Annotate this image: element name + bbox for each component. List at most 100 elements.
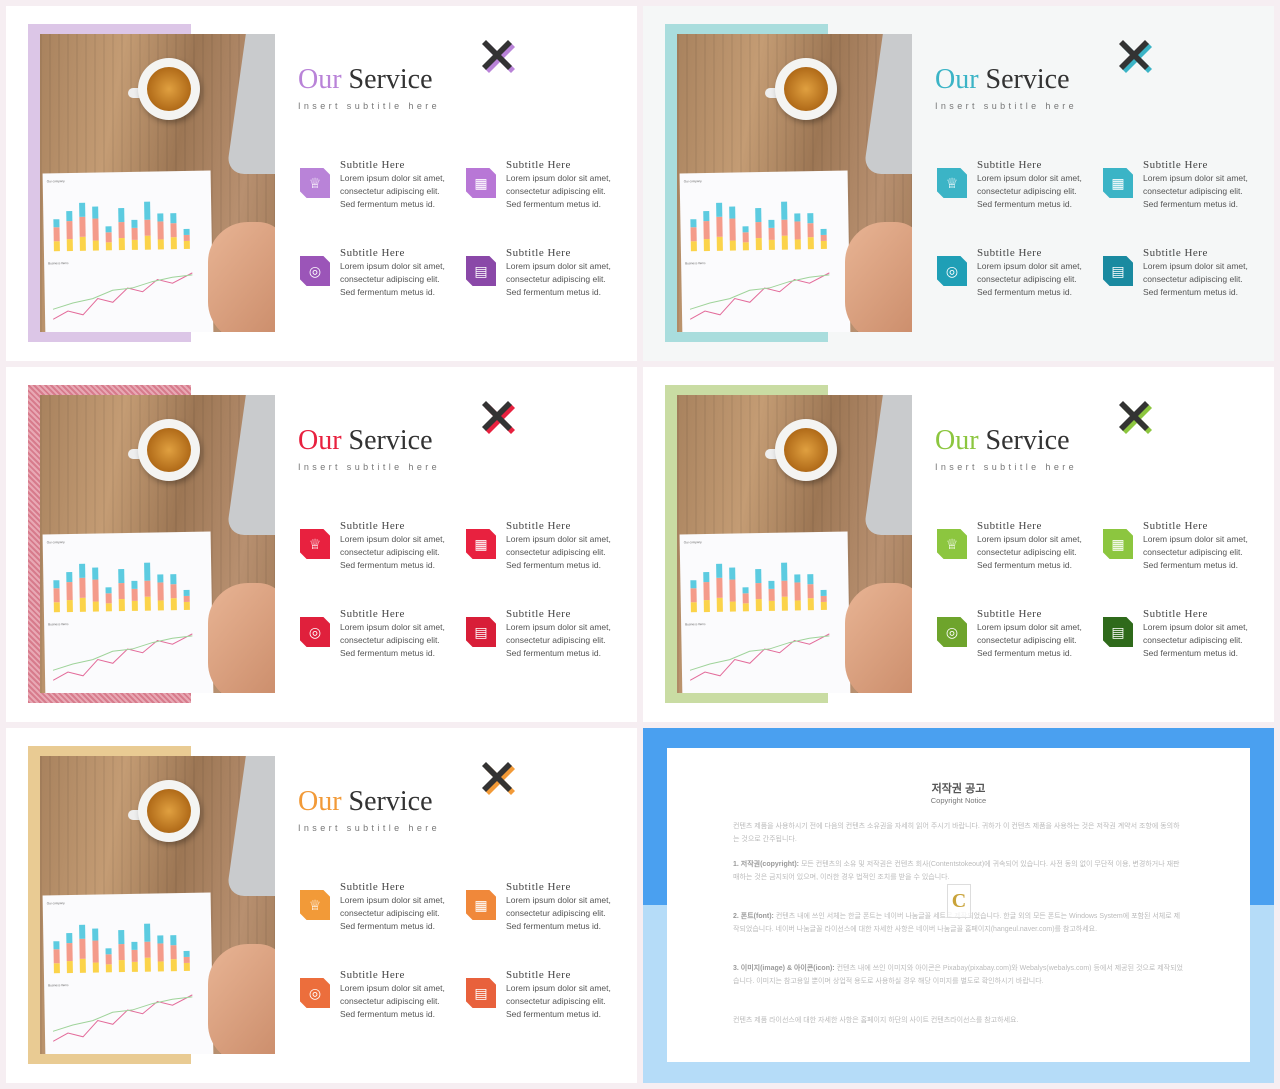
feature-text-line: Lorem ipsum dolor sit amet,	[340, 895, 445, 905]
photo-chart-bar	[690, 241, 697, 252]
hand	[845, 222, 912, 332]
photo-chart-bar	[118, 583, 125, 600]
photo-chart-bar	[781, 201, 788, 220]
photo-chart-bar	[183, 234, 190, 242]
photo-chart-bar	[79, 236, 86, 251]
photo-chart-bar	[781, 219, 788, 236]
service-slide[interactable]: Our company Business Items Our Service I…	[6, 728, 637, 1083]
photo-chart-bar	[729, 579, 736, 602]
desk-photo: Our company Business Items	[677, 395, 912, 693]
hand	[208, 583, 275, 693]
feature-heading: Subtitle Here	[340, 520, 405, 532]
photo-chart-bar	[690, 219, 697, 228]
photo-chart-bar	[690, 602, 697, 613]
photo-chart-bar	[157, 961, 164, 972]
title-word: Service	[985, 425, 1070, 456]
feature-text-line: Sed fermentum metus id.	[340, 648, 435, 658]
photo-chart-bar	[131, 949, 138, 962]
photo-chart-bar	[768, 239, 775, 250]
photo-chart-bar	[66, 581, 73, 601]
photo-chart-bar	[66, 960, 73, 974]
feature-heading: Subtitle Here	[1143, 520, 1208, 532]
service-slide[interactable]: Our company Business Items Our Service I…	[643, 367, 1274, 722]
trophy-icon: ♕	[300, 890, 330, 920]
paper-label: Business Items	[685, 261, 706, 266]
photo-chart-bar	[144, 219, 151, 236]
feature-item: ♕ Subtitle Here Lorem ipsum dolor sit am…	[300, 520, 470, 580]
photo-chart-bar	[768, 588, 775, 601]
trophy-icon: ♕	[937, 529, 967, 559]
photo-chart-bar	[742, 603, 749, 612]
paper-label: Our company	[683, 540, 702, 545]
photo-chart-bar	[105, 226, 112, 233]
photo-chart-bar	[183, 595, 190, 603]
photo-chart-bar	[742, 593, 749, 604]
location-pin-icon: ◎	[937, 256, 967, 286]
service-slide[interactable]: Our company Business Items Our Service I…	[643, 6, 1274, 361]
hand	[208, 944, 275, 1054]
feature-text-line: Lorem ipsum dolor sit amet,	[506, 173, 611, 183]
feature-text-line: Lorem ipsum dolor sit amet,	[340, 261, 445, 271]
chart-paper: Our company Business Items	[42, 170, 214, 332]
photo-chart-bar	[755, 569, 762, 584]
photo-chart-bar	[794, 574, 801, 583]
store-icon: ▦	[1103, 529, 1133, 559]
copyright-notice-slide[interactable]: 저작권 공고 Copyright Notice 컨텐츠 제품을 사용하시기 전에…	[643, 728, 1274, 1083]
feature-heading: Subtitle Here	[506, 247, 571, 259]
photo-chart-bar	[716, 236, 723, 251]
coffee-cup	[775, 58, 837, 120]
location-pin-icon: ◎	[937, 617, 967, 647]
photo-chart-bar	[92, 218, 99, 241]
paper-label: Our company	[46, 901, 65, 906]
feature-text-line: consectetur adipiscing elit.	[977, 186, 1077, 196]
newspaper-icon: ▤	[466, 256, 496, 286]
photo-chart-bar	[105, 964, 112, 973]
feature-text-line: Sed fermentum metus id.	[506, 921, 601, 931]
feature-item: ◎ Subtitle Here Lorem ipsum dolor sit am…	[300, 247, 470, 307]
paper-line-chart	[52, 272, 193, 320]
photo-chart-bar	[703, 581, 710, 601]
service-slide[interactable]: Our company Business Items Our Service I…	[6, 367, 637, 722]
feature-heading: Subtitle Here	[977, 608, 1042, 620]
paper-line-chart	[52, 994, 193, 1042]
feature-text-line: consectetur adipiscing elit.	[506, 186, 606, 196]
feature-text-line: consectetur adipiscing elit.	[340, 274, 440, 284]
feature-text-line: Lorem ipsum dolor sit amet,	[506, 983, 611, 993]
feature-heading: Subtitle Here	[1143, 608, 1208, 620]
photo-chart-bar	[53, 241, 60, 252]
photo-chart-bar	[66, 220, 73, 240]
photo-chart-bar	[157, 600, 164, 611]
paper-label: Business Items	[685, 622, 706, 627]
paper-line-chart	[689, 633, 830, 681]
feature-item: ▦ Subtitle Here Lorem ipsum dolor sit am…	[1103, 520, 1273, 580]
photo-chart-bar	[794, 600, 801, 611]
feature-heading: Subtitle Here	[340, 608, 405, 620]
feature-text-line: Lorem ipsum dolor sit amet,	[977, 622, 1082, 632]
photo-chart-bar	[729, 240, 736, 251]
photo-chart-bar	[183, 950, 190, 958]
notice-intro: 컨텐츠 제품을 사용하시기 전에 다음의 컨텐츠 소유권을 자세히 읽어 주시기…	[733, 823, 1180, 843]
paper-label: Business Items	[48, 261, 69, 266]
feature-heading: Subtitle Here	[506, 520, 571, 532]
feature-text-line: Sed fermentum metus id.	[340, 287, 435, 297]
feature-text-line: Lorem ipsum dolor sit amet,	[506, 895, 611, 905]
desk-photo: Our company Business Items	[40, 34, 275, 332]
paper-line-chart	[689, 272, 830, 320]
photo-chart-bar	[92, 206, 99, 219]
photo-chart-bar	[105, 948, 112, 955]
photo-chart-bar	[170, 237, 177, 250]
notice-outro: 컨텐츠 제품 라이선스에 대한 자세한 사항은 홈페이지 하단의 사이트 컨텐츠…	[733, 1017, 1019, 1024]
notice-card: 저작권 공고 Copyright Notice 컨텐츠 제품을 사용하시기 전에…	[667, 748, 1250, 1062]
trophy-icon: ♕	[300, 529, 330, 559]
feature-text-line: consectetur adipiscing elit.	[506, 908, 606, 918]
photo-chart-bar	[157, 574, 164, 583]
feature-text-line: consectetur adipiscing elit.	[506, 996, 606, 1006]
photo-chart-bar	[118, 960, 125, 973]
photo-chart-bar	[105, 587, 112, 594]
paper-label: Our company	[46, 540, 65, 545]
photo-chart-bar	[183, 228, 190, 236]
feature-text-line: Lorem ipsum dolor sit amet,	[977, 261, 1082, 271]
service-slide[interactable]: Our company Business Items Our Service I…	[6, 6, 637, 361]
slide-title: Our Service	[298, 64, 433, 96]
feature-text-line: Lorem ipsum dolor sit amet,	[1143, 534, 1248, 544]
